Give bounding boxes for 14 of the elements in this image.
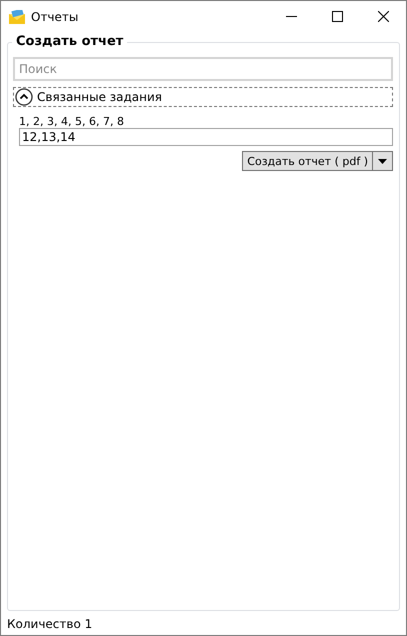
group-title: Создать отчет [12, 34, 128, 49]
close-icon [378, 11, 388, 22]
window-title: Отчеты [31, 10, 80, 24]
create-report-button[interactable]: Создать отчет ( pdf ) [242, 151, 373, 171]
search-field[interactable]: Поиск [13, 57, 393, 81]
chevron-circle-icon [15, 88, 33, 106]
envelope-icon [9, 10, 25, 24]
task-list-text: 1, 2, 3, 4, 5, 6, 7, 8 [19, 115, 125, 128]
dropdown-button[interactable] [373, 151, 393, 171]
maximize-icon [332, 11, 342, 22]
expander-header[interactable]: Связанные задания [13, 87, 393, 107]
caret-icon [378, 158, 387, 164]
status-text: Количество 1 [6, 616, 94, 633]
input-field[interactable]: 12,13,14 [19, 128, 393, 146]
